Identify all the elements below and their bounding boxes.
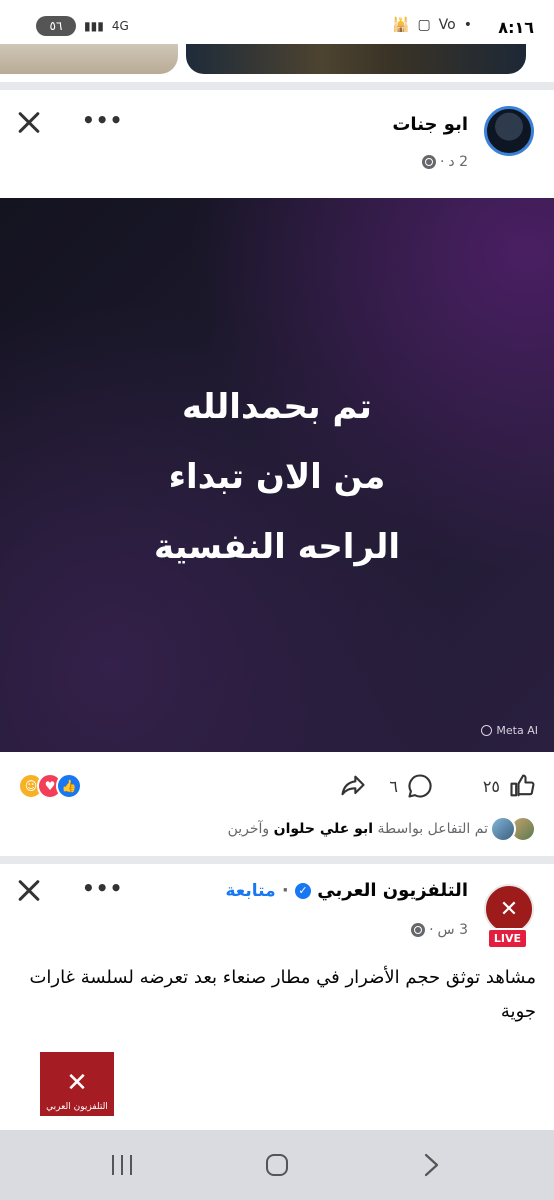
network-type: 4G xyxy=(111,19,129,33)
lock-icon: ▢ xyxy=(417,17,431,33)
back-icon[interactable] xyxy=(420,1152,444,1182)
like-button[interactable]: ٢٥ xyxy=(483,772,536,800)
comment-button[interactable]: ٦ xyxy=(389,772,434,800)
liked-by-avatars xyxy=(490,816,536,842)
globe-icon xyxy=(421,155,436,169)
status-bar-left: ٥٦ ▮▮▮ 4G xyxy=(36,16,129,36)
post-meta: 3 س · xyxy=(411,922,468,938)
like-icon: 👍 xyxy=(56,773,82,799)
battery-level: ٥٦ xyxy=(49,19,63,33)
share-button[interactable] xyxy=(338,772,368,800)
follow-button[interactable]: متابعة xyxy=(225,881,275,901)
image-line-2: من الان تبداء xyxy=(168,457,386,497)
alaraby-logo-icon: ✕ xyxy=(499,896,519,922)
image-line-3: الراحه النفسية xyxy=(153,527,401,567)
post-image-text: تم بحمدالله من الان تبداء الراحه النفسية xyxy=(0,372,554,582)
author-avatar[interactable]: ✕ xyxy=(484,884,534,934)
like-count: ٢٥ xyxy=(482,776,500,796)
feed-separator xyxy=(0,82,554,90)
status-icons: 🕌 ▢ Vo • xyxy=(392,17,472,33)
more-options-icon[interactable]: ••• xyxy=(82,876,123,900)
liked-by-row[interactable]: تم التفاعل بواسطة ابو علي حلوان وآخرين xyxy=(228,816,536,842)
close-icon[interactable] xyxy=(14,876,44,906)
live-badge: LIVE xyxy=(486,928,528,949)
post-meta: 2 د · xyxy=(421,154,468,170)
avatar xyxy=(490,816,516,842)
battery-indicator: ٥٦ xyxy=(36,16,76,36)
notification-icon: 🕌 xyxy=(392,17,410,33)
verified-badge-icon: ✓ xyxy=(295,883,311,899)
meta-ai-watermark: Meta AI xyxy=(481,724,538,737)
author-name[interactable]: التلفزيون العربي xyxy=(317,880,468,901)
thumbnail-caption: التلفزيون العربي xyxy=(46,1102,108,1112)
post-time[interactable]: 2 د xyxy=(448,154,468,170)
meta-ai-icon xyxy=(481,725,493,736)
more-options-icon[interactable]: ••• xyxy=(82,108,123,132)
meta-dot: · xyxy=(429,922,434,938)
post-text: مشاهد توثق حجم الأضرار في مطار صنعاء بعد… xyxy=(29,967,536,1022)
alaraby-logo-icon: ✕ xyxy=(66,1068,88,1098)
share-icon xyxy=(338,772,368,800)
author-name[interactable]: ابو جنات xyxy=(392,114,468,135)
meta-ai-label: Meta AI xyxy=(496,724,538,737)
home-icon[interactable] xyxy=(264,1152,290,1182)
liked-by-text: تم التفاعل بواسطة ابو علي حلوان وآخرين xyxy=(228,821,488,837)
signal-icon: ▮▮▮ xyxy=(84,19,104,33)
image-line-1: تم بحمدالله xyxy=(182,387,372,427)
dot-icon: • xyxy=(463,17,472,33)
meta-dot: · xyxy=(439,154,445,170)
globe-icon xyxy=(411,923,426,937)
clock: ٨:١٦ xyxy=(498,18,534,37)
comment-count: ٦ xyxy=(389,776,398,796)
close-icon[interactable] xyxy=(14,108,44,138)
video-thumbnail[interactable]: ✕ التلفزيون العربي xyxy=(40,1052,114,1116)
comment-icon xyxy=(406,772,434,800)
liked-by-prefix: تم التفاعل بواسطة xyxy=(377,821,488,837)
post-time[interactable]: 3 س xyxy=(438,922,468,938)
liked-by-name[interactable]: ابو علي حلوان xyxy=(274,821,373,837)
reaction-summary[interactable]: ☺ ♥ 👍 xyxy=(18,773,82,799)
volte-icon: Vo xyxy=(438,17,456,33)
meta-dot: · xyxy=(281,880,289,901)
thumbs-up-icon xyxy=(508,772,536,800)
liked-by-suffix: وآخرين xyxy=(227,821,270,837)
android-navigation-bar xyxy=(0,1130,554,1200)
status-bar: ٥٦ ▮▮▮ 4G 🕌 ▢ Vo • ٨:١٦ xyxy=(0,0,554,44)
recent-apps-icon[interactable] xyxy=(108,1152,136,1182)
feed-separator xyxy=(0,856,554,864)
author-header: التلفزيون العربي ✓ · متابعة xyxy=(225,880,468,901)
author-avatar[interactable] xyxy=(484,106,534,156)
